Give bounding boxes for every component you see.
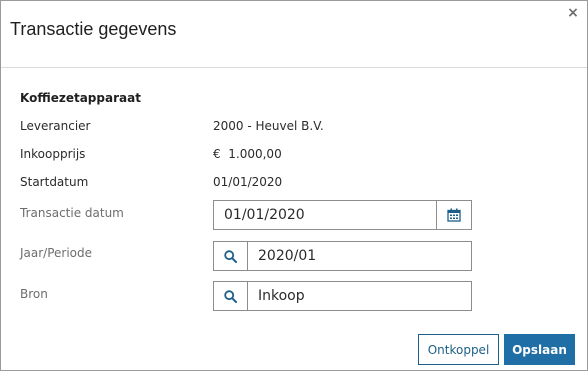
header-divider: [1, 67, 587, 68]
search-icon: [224, 289, 237, 303]
year-period-search-button[interactable]: [214, 242, 248, 270]
source-search-button[interactable]: [214, 282, 248, 310]
calendar-icon: [447, 208, 461, 222]
start-date-value: 01/01/2020: [213, 175, 283, 189]
save-button[interactable]: Opslaan: [504, 334, 575, 365]
year-period-field: 2020/01: [213, 241, 472, 271]
calendar-button[interactable]: [436, 201, 471, 229]
unlink-button[interactable]: Ontkoppel: [418, 334, 499, 365]
year-period-label: Jaar/Periode: [20, 246, 93, 260]
asset-name: Koffiezetapparaat: [20, 91, 141, 105]
year-period-input[interactable]: 2020/01: [248, 242, 471, 270]
transaction-dialog: × Transactie gegevens Koffiezetapparaat …: [0, 0, 588, 371]
close-icon[interactable]: ×: [567, 6, 579, 20]
source-field: Inkoop: [213, 281, 472, 311]
supplier-value: 2000 - Heuvel B.V.: [213, 119, 324, 133]
search-icon: [224, 249, 237, 263]
start-date-label: Startdatum: [20, 175, 89, 189]
dialog-title: Transactie gegevens: [10, 19, 177, 39]
supplier-label: Leverancier: [20, 119, 91, 133]
purchase-price-label: Inkoopprijs: [20, 147, 86, 161]
transaction-date-input[interactable]: 01/01/2020: [214, 201, 436, 229]
transaction-date-field: 01/01/2020: [213, 200, 472, 230]
purchase-price-value: € 1.000,00: [213, 147, 282, 161]
source-label: Bron: [20, 287, 48, 301]
transaction-date-label: Transactie datum: [20, 206, 124, 220]
source-input[interactable]: Inkoop: [248, 282, 471, 310]
